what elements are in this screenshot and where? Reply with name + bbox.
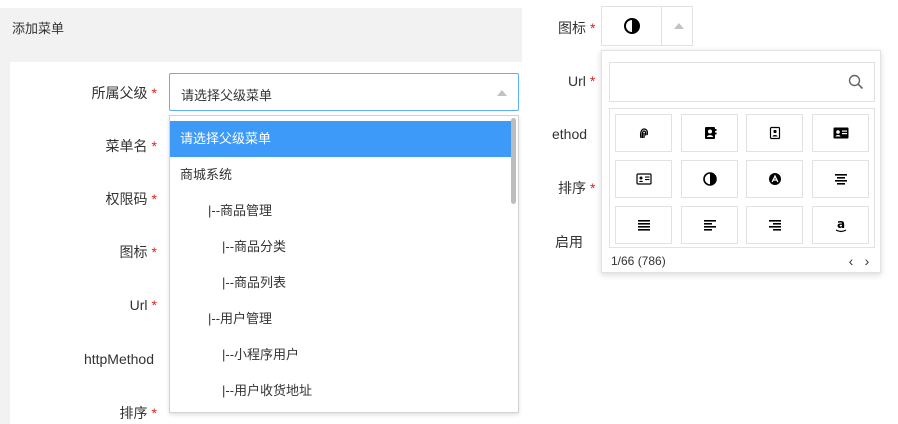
fingerprint-icon[interactable] (615, 114, 672, 152)
amazon-icon[interactable]: a (812, 206, 869, 244)
icon-pager-status: 1/66 (786) (611, 254, 666, 268)
icon-label: 图标 * (119, 244, 157, 260)
permission-label: 权限码 * (105, 191, 157, 207)
icon-grid: a (609, 108, 875, 248)
svg-text:a: a (836, 217, 844, 231)
dropdown-scrollbar[interactable] (511, 118, 516, 204)
parent-select-value: 请选择父级菜单 (181, 88, 273, 103)
icon-search-box[interactable] (609, 62, 875, 102)
pager-prev-button[interactable]: ‹ (844, 252, 858, 270)
http-method-label: httpMethod (83, 351, 154, 367)
icon-picker-trigger[interactable] (601, 6, 693, 46)
address-card-icon[interactable] (812, 114, 869, 152)
align-center-icon[interactable] (812, 160, 869, 198)
adjust-icon[interactable] (681, 160, 738, 198)
dropdown-option[interactable]: |--小程序用户 (170, 337, 512, 373)
parent-dropdown: 请选择父级菜单 商城系统 |--商品管理 |--商品分类 |--商品列表 |--… (169, 115, 519, 413)
caret-up-icon[interactable] (674, 23, 684, 29)
form-header: 添加菜单 (0, 8, 522, 46)
menu-name-label: 菜单名 * (105, 138, 157, 154)
dropdown-option[interactable]: |--商品管理 (170, 193, 512, 229)
address-card-o-icon[interactable] (615, 160, 672, 198)
url-label: Url * (129, 297, 157, 313)
pager-next-button[interactable]: › (860, 252, 874, 270)
dropdown-option[interactable]: |--用户管理 (170, 301, 512, 337)
adn-icon[interactable] (746, 160, 803, 198)
search-icon[interactable] (848, 74, 864, 90)
sort-label-right: 排序 * (558, 180, 596, 196)
align-left-icon[interactable] (681, 206, 738, 244)
address-book-icon[interactable] (681, 114, 738, 152)
dropdown-option[interactable]: |--用户收货地址 (170, 373, 512, 409)
align-justify-icon[interactable] (615, 206, 672, 244)
icon-picker-popup: a 1/66 (786) ‹ › (601, 50, 881, 273)
icon-search-input[interactable] (616, 71, 836, 93)
dropdown-option[interactable]: |--商品列表 (170, 265, 512, 301)
url-label-right: Url * (568, 73, 596, 89)
parent-select[interactable]: 请选择父级菜单 (169, 73, 519, 111)
sort-label: 排序 * (119, 405, 157, 421)
dropdown-option[interactable]: 商城系统 (170, 157, 512, 193)
icon-label-right: 图标 * (558, 20, 596, 36)
current-icon-display[interactable] (602, 7, 662, 45)
address-book-o-icon[interactable] (746, 114, 803, 152)
circle-half-icon (624, 18, 640, 34)
dropdown-option[interactable]: 请选择父级菜单 (170, 121, 512, 157)
form-title: 添加菜单 (12, 21, 65, 36)
dropdown-option[interactable]: |--商品分类 (170, 229, 512, 265)
method-label-right: ethod (552, 126, 588, 142)
align-right-icon[interactable] (746, 206, 803, 244)
parent-label: 所属父级 * (91, 85, 157, 101)
caret-up-icon[interactable] (497, 90, 507, 96)
enabled-label-right: 启用 (555, 234, 583, 250)
